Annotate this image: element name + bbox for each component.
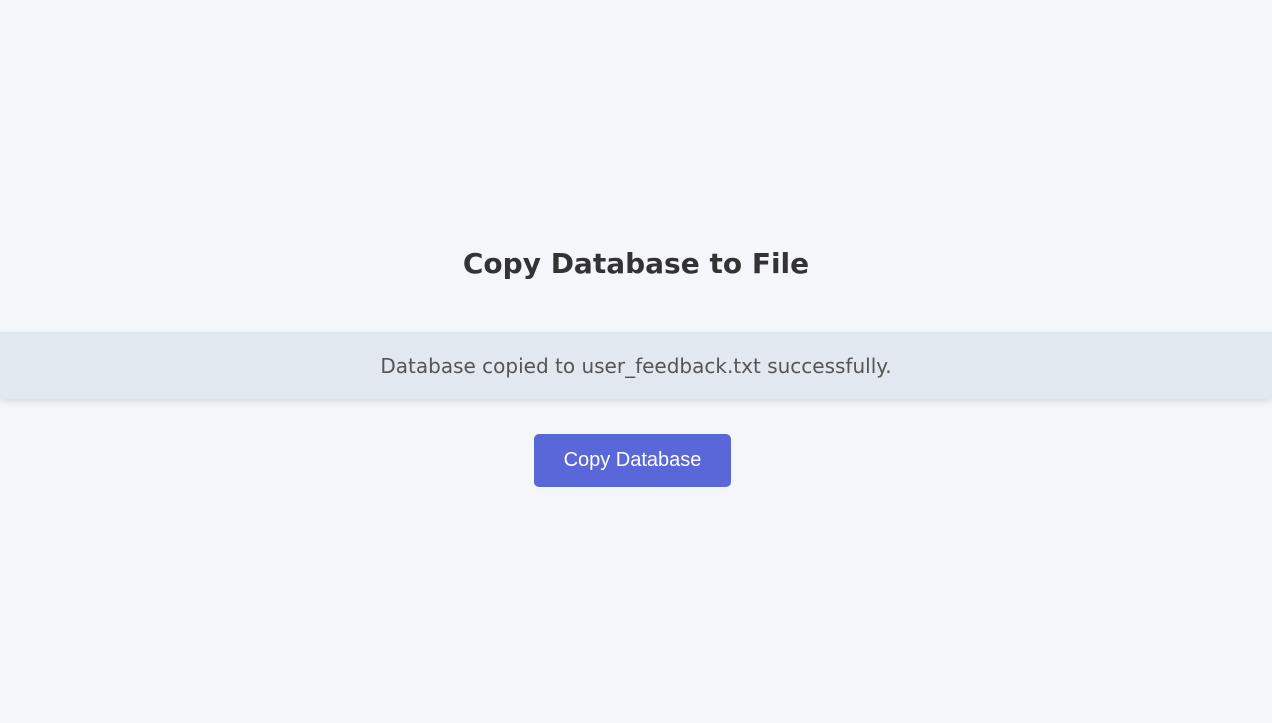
app-page: Copy Database to File Database copied to… xyxy=(0,0,1272,723)
copy-database-button[interactable]: Copy Database xyxy=(534,434,731,487)
page-title: Copy Database to File xyxy=(462,247,810,280)
status-message: Database copied to user_feedback.txt suc… xyxy=(380,353,892,378)
status-banner: Database copied to user_feedback.txt suc… xyxy=(0,332,1272,399)
